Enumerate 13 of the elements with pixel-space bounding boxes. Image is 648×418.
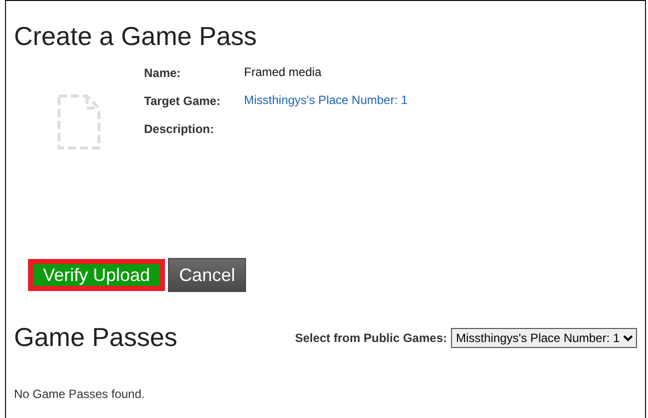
cancel-button[interactable]: Cancel <box>168 258 246 292</box>
section-title: Game Passes <box>14 322 178 353</box>
field-label: Target Game: <box>144 93 222 110</box>
field-value: Framed media <box>244 64 322 81</box>
filter-label: Select from Public Games: <box>294 330 447 344</box>
field-label: Name: <box>144 65 182 82</box>
verify-button[interactable]: Verify Upload <box>29 260 164 290</box>
page-title: Create a Game Pass <box>14 21 258 52</box>
empty-message: No Game Passes found. <box>14 387 146 401</box>
game-link[interactable]: Missthingys's Place Number: 1 <box>244 92 408 110</box>
field-label: Description: <box>144 121 216 138</box>
file-icon <box>57 94 101 150</box>
game-select[interactable]: Missthingys's Place Number: 1 <box>451 328 637 348</box>
